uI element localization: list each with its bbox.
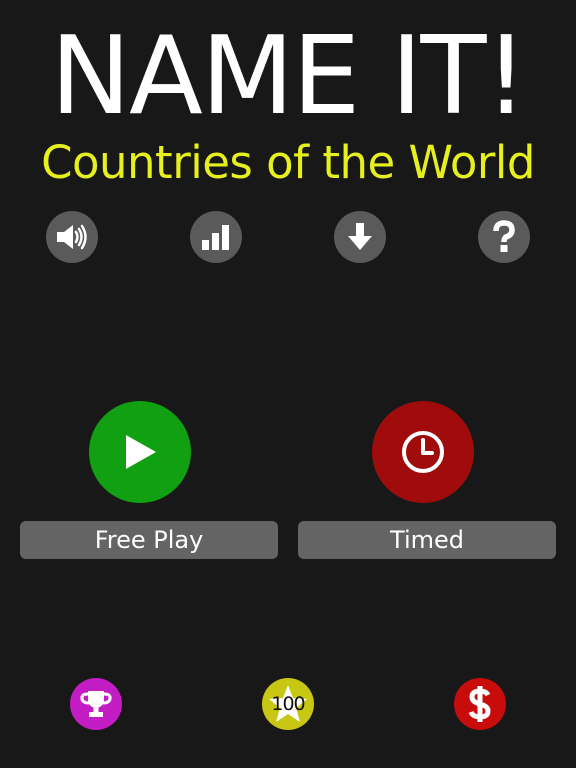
stats-icon [202,225,229,250]
game-subtitle: Countries of the World [41,136,535,189]
stats-button[interactable] [190,211,242,263]
play-icon [126,435,156,469]
help-icon [493,220,515,252]
speaker-icon [57,224,87,250]
achievements-button[interactable] [70,678,122,730]
free-play-label[interactable]: Free Play [20,521,278,559]
free-play-button[interactable] [89,401,191,503]
clock-icon [402,431,444,473]
download-button[interactable] [334,211,386,263]
help-button[interactable] [478,211,530,263]
timed-label[interactable]: Timed [298,521,556,559]
store-button[interactable] [454,678,506,730]
trophy-icon [80,691,112,717]
sound-button[interactable] [46,211,98,263]
download-icon [348,223,372,250]
hundred-label: 100 [271,693,305,715]
hundred-challenge-button[interactable]: 100 [262,678,314,730]
dollar-icon [468,686,491,722]
timed-button[interactable] [372,401,474,503]
game-title: NAME IT! [50,14,528,139]
